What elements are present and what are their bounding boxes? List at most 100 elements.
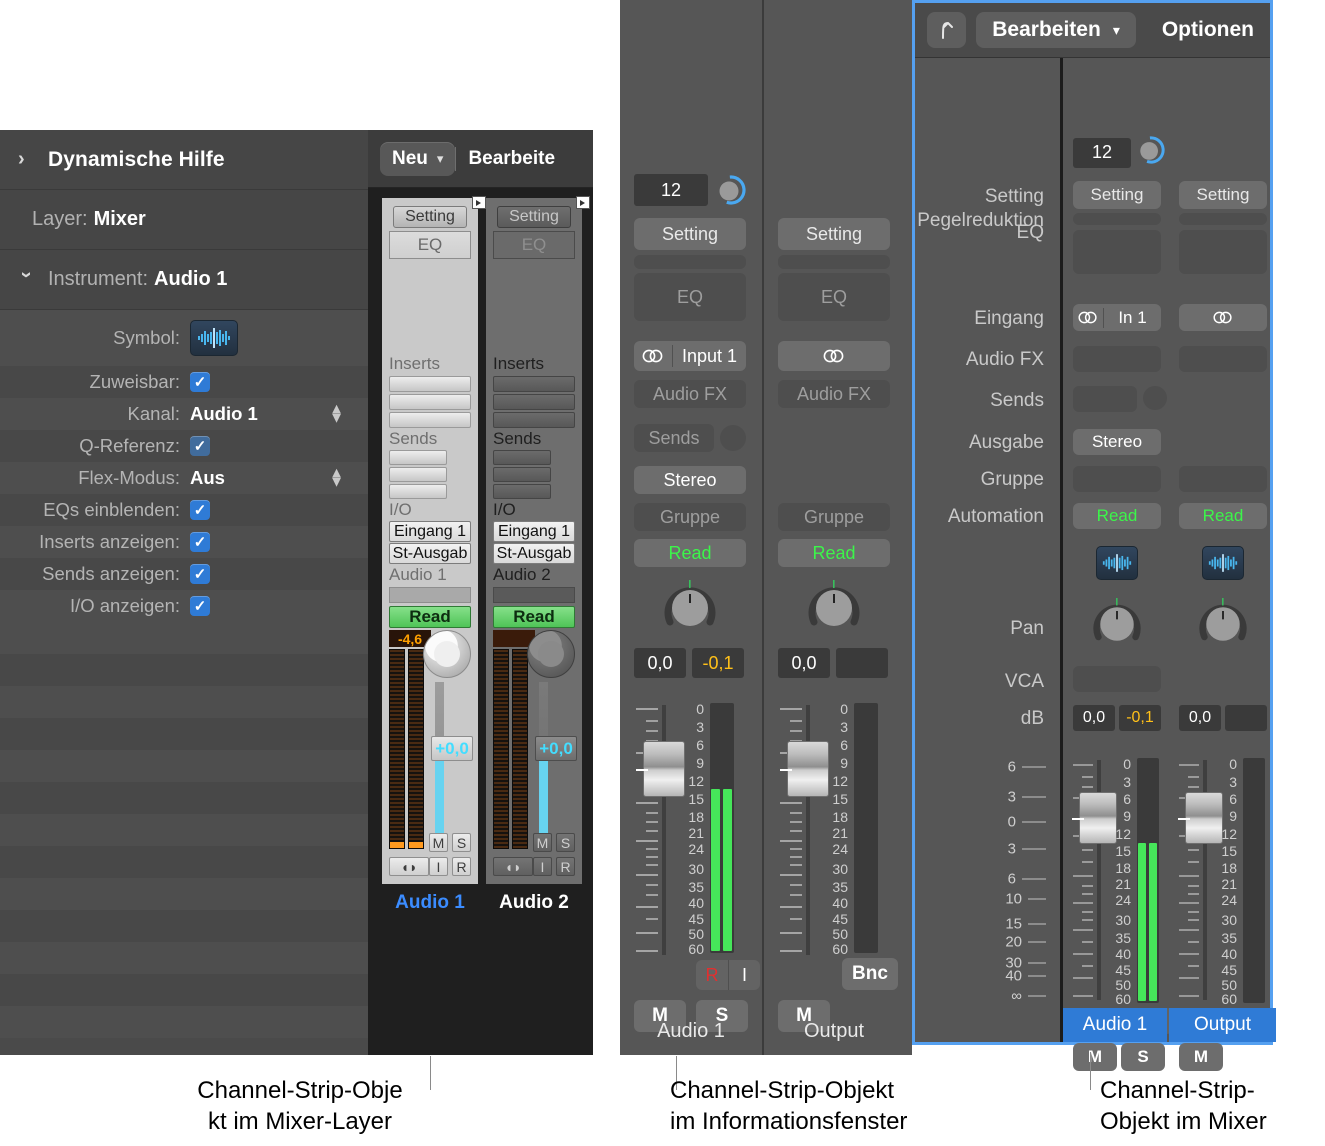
insert-slot[interactable] (493, 412, 575, 428)
volume-value[interactable]: 0,0 (1179, 705, 1221, 731)
eq-display[interactable] (1179, 230, 1267, 274)
flexmode-value[interactable]: Aus (190, 467, 225, 489)
automation-button[interactable]: Read (634, 539, 746, 567)
input-selector[interactable]: Input 1 (634, 341, 746, 371)
channel-symbol-button[interactable] (1202, 546, 1244, 580)
group-slot[interactable] (493, 587, 575, 603)
solo-button[interactable]: S (1121, 1043, 1165, 1071)
pan-knob[interactable] (1197, 598, 1249, 655)
strip-name-audio1[interactable]: Audio 1 (1063, 1008, 1167, 1042)
flexmode-stepper[interactable]: ▲ ▼ (329, 469, 344, 488)
group-button[interactable]: Gruppe (634, 503, 746, 531)
audio-fx-button[interactable]: Audio FX (634, 380, 746, 408)
automation-button[interactable]: Read (778, 539, 890, 567)
output-button[interactable]: Stereo (634, 466, 746, 494)
input-selector[interactable] (1179, 304, 1267, 331)
volume-value[interactable]: 0,0 (634, 648, 686, 678)
insert-slot[interactable] (389, 394, 471, 410)
options-menu-button[interactable]: Optionen (1146, 12, 1270, 48)
dynamic-help-header[interactable]: › Dynamische Hilfe (0, 130, 368, 190)
gain-knob[interactable] (1137, 136, 1165, 169)
peak-value[interactable] (1225, 705, 1267, 731)
fader-value[interactable]: +0,0 (535, 736, 577, 761)
output-button[interactable]: St-Ausgab (493, 543, 575, 564)
eq-display[interactable]: EQ (634, 273, 746, 321)
output-button[interactable]: St-Ausgab (389, 543, 471, 564)
input-selector[interactable]: In 1 (1073, 304, 1161, 331)
insert-slot[interactable] (493, 376, 575, 392)
send-slot[interactable] (389, 484, 447, 499)
pan-knob[interactable] (662, 580, 718, 636)
strip-name-output[interactable]: Output (1169, 1008, 1276, 1042)
automation-button[interactable]: Read (389, 606, 471, 628)
gain-knob[interactable] (716, 175, 746, 205)
mixer-strip-output[interactable]: Setting Read (1169, 58, 1276, 1042)
channel-symbol-button[interactable] (190, 320, 238, 356)
show-inserts-checkbox[interactable]: ✓ (190, 532, 210, 552)
input-button[interactable]: Eingang 1 (493, 521, 575, 542)
input-button[interactable]: Eingang 1 (389, 521, 471, 542)
info-strip-output[interactable]: Setting EQ Audio FX Gruppe Read 0,0 (762, 0, 904, 1055)
group-slot[interactable] (389, 587, 471, 603)
info-strip-audio1[interactable]: 12 Setting EQ Input 1 Audio FX Sends (620, 0, 762, 1055)
volume-value[interactable]: 0,0 (1073, 705, 1115, 731)
sends-knob[interactable] (1143, 386, 1167, 410)
bounce-button[interactable]: Bnc (842, 958, 898, 990)
volume-fader[interactable]: +0,0 (529, 682, 573, 852)
setting-button[interactable]: Setting (1073, 181, 1161, 209)
pan-knob[interactable] (423, 630, 471, 678)
eq-button[interactable]: EQ (493, 231, 575, 259)
send-slot[interactable] (389, 450, 447, 465)
group-slot[interactable] (1073, 466, 1161, 492)
mixer-layer-strip-audio2[interactable]: Setting EQ Inserts Sends I/O Eingang 1 S… (486, 198, 582, 884)
solo-button[interactable]: S (452, 833, 471, 852)
send-slot[interactable] (493, 484, 551, 499)
volume-value[interactable]: 0,0 (778, 648, 830, 678)
group-slot[interactable] (1179, 466, 1267, 492)
mute-button[interactable]: M (1073, 1043, 1117, 1071)
insert-slot[interactable] (389, 376, 471, 392)
eq-button[interactable]: EQ (389, 231, 471, 259)
mixer-strip-audio1[interactable]: 12 Setting In 1 (1060, 58, 1167, 1042)
show-io-checkbox[interactable]: ✓ (190, 596, 210, 616)
peak-value[interactable]: -0,1 (1119, 705, 1161, 731)
audio-fx-button[interactable]: Audio FX (778, 380, 890, 408)
strip-name-audio2[interactable]: Audio 2 (486, 892, 582, 914)
layer-header[interactable]: Layer: Mixer (0, 190, 368, 250)
record-enable-button[interactable]: R (556, 857, 575, 876)
show-eqs-checkbox[interactable]: ✓ (190, 500, 210, 520)
setting-button[interactable]: Setting (634, 218, 746, 250)
assignable-checkbox[interactable]: ✓ (190, 372, 210, 392)
fader-value[interactable]: +0,0 (431, 736, 473, 761)
insert-slot[interactable] (389, 412, 471, 428)
qreference-checkbox[interactable]: ✓ (190, 436, 210, 456)
audio-fx-slot[interactable] (1073, 346, 1161, 372)
peak-value[interactable]: -0,1 (692, 648, 744, 678)
setting-button[interactable]: Setting (778, 218, 890, 250)
sends-knob[interactable] (720, 425, 746, 451)
strip-name-audio1[interactable]: Audio 1 (382, 892, 478, 914)
solo-button[interactable]: S (556, 833, 575, 852)
setting-button[interactable]: Setting (497, 206, 571, 228)
gain-value[interactable]: 12 (1073, 138, 1131, 168)
strip-name-output[interactable]: Output (764, 1020, 904, 1043)
pan-knob[interactable] (527, 630, 575, 678)
eq-display[interactable]: EQ (778, 273, 890, 321)
audio-fx-slot[interactable] (1179, 346, 1267, 372)
channel-stepper[interactable]: ▲ ▼ (329, 405, 344, 424)
automation-button[interactable]: Read (1073, 503, 1161, 529)
mute-button[interactable]: M (533, 833, 552, 852)
eq-display[interactable] (1073, 230, 1161, 274)
input-selector[interactable] (778, 341, 890, 371)
sends-slot[interactable] (1073, 386, 1137, 412)
input-monitor-button[interactable]: I (429, 857, 448, 876)
edit-menu-button[interactable]: Bearbeiten ▾ (976, 12, 1136, 48)
pan-knob[interactable] (1091, 598, 1143, 655)
stereo-mode-icon[interactable]: ◖◗ (389, 857, 429, 876)
gain-value[interactable]: 12 (634, 174, 708, 206)
group-button[interactable]: Gruppe (778, 503, 890, 531)
send-slot[interactable] (389, 467, 447, 482)
setting-button[interactable]: Setting (393, 206, 467, 228)
stereo-mode-icon[interactable]: ◖◗ (493, 857, 533, 876)
output-button[interactable]: Stereo (1073, 429, 1161, 455)
